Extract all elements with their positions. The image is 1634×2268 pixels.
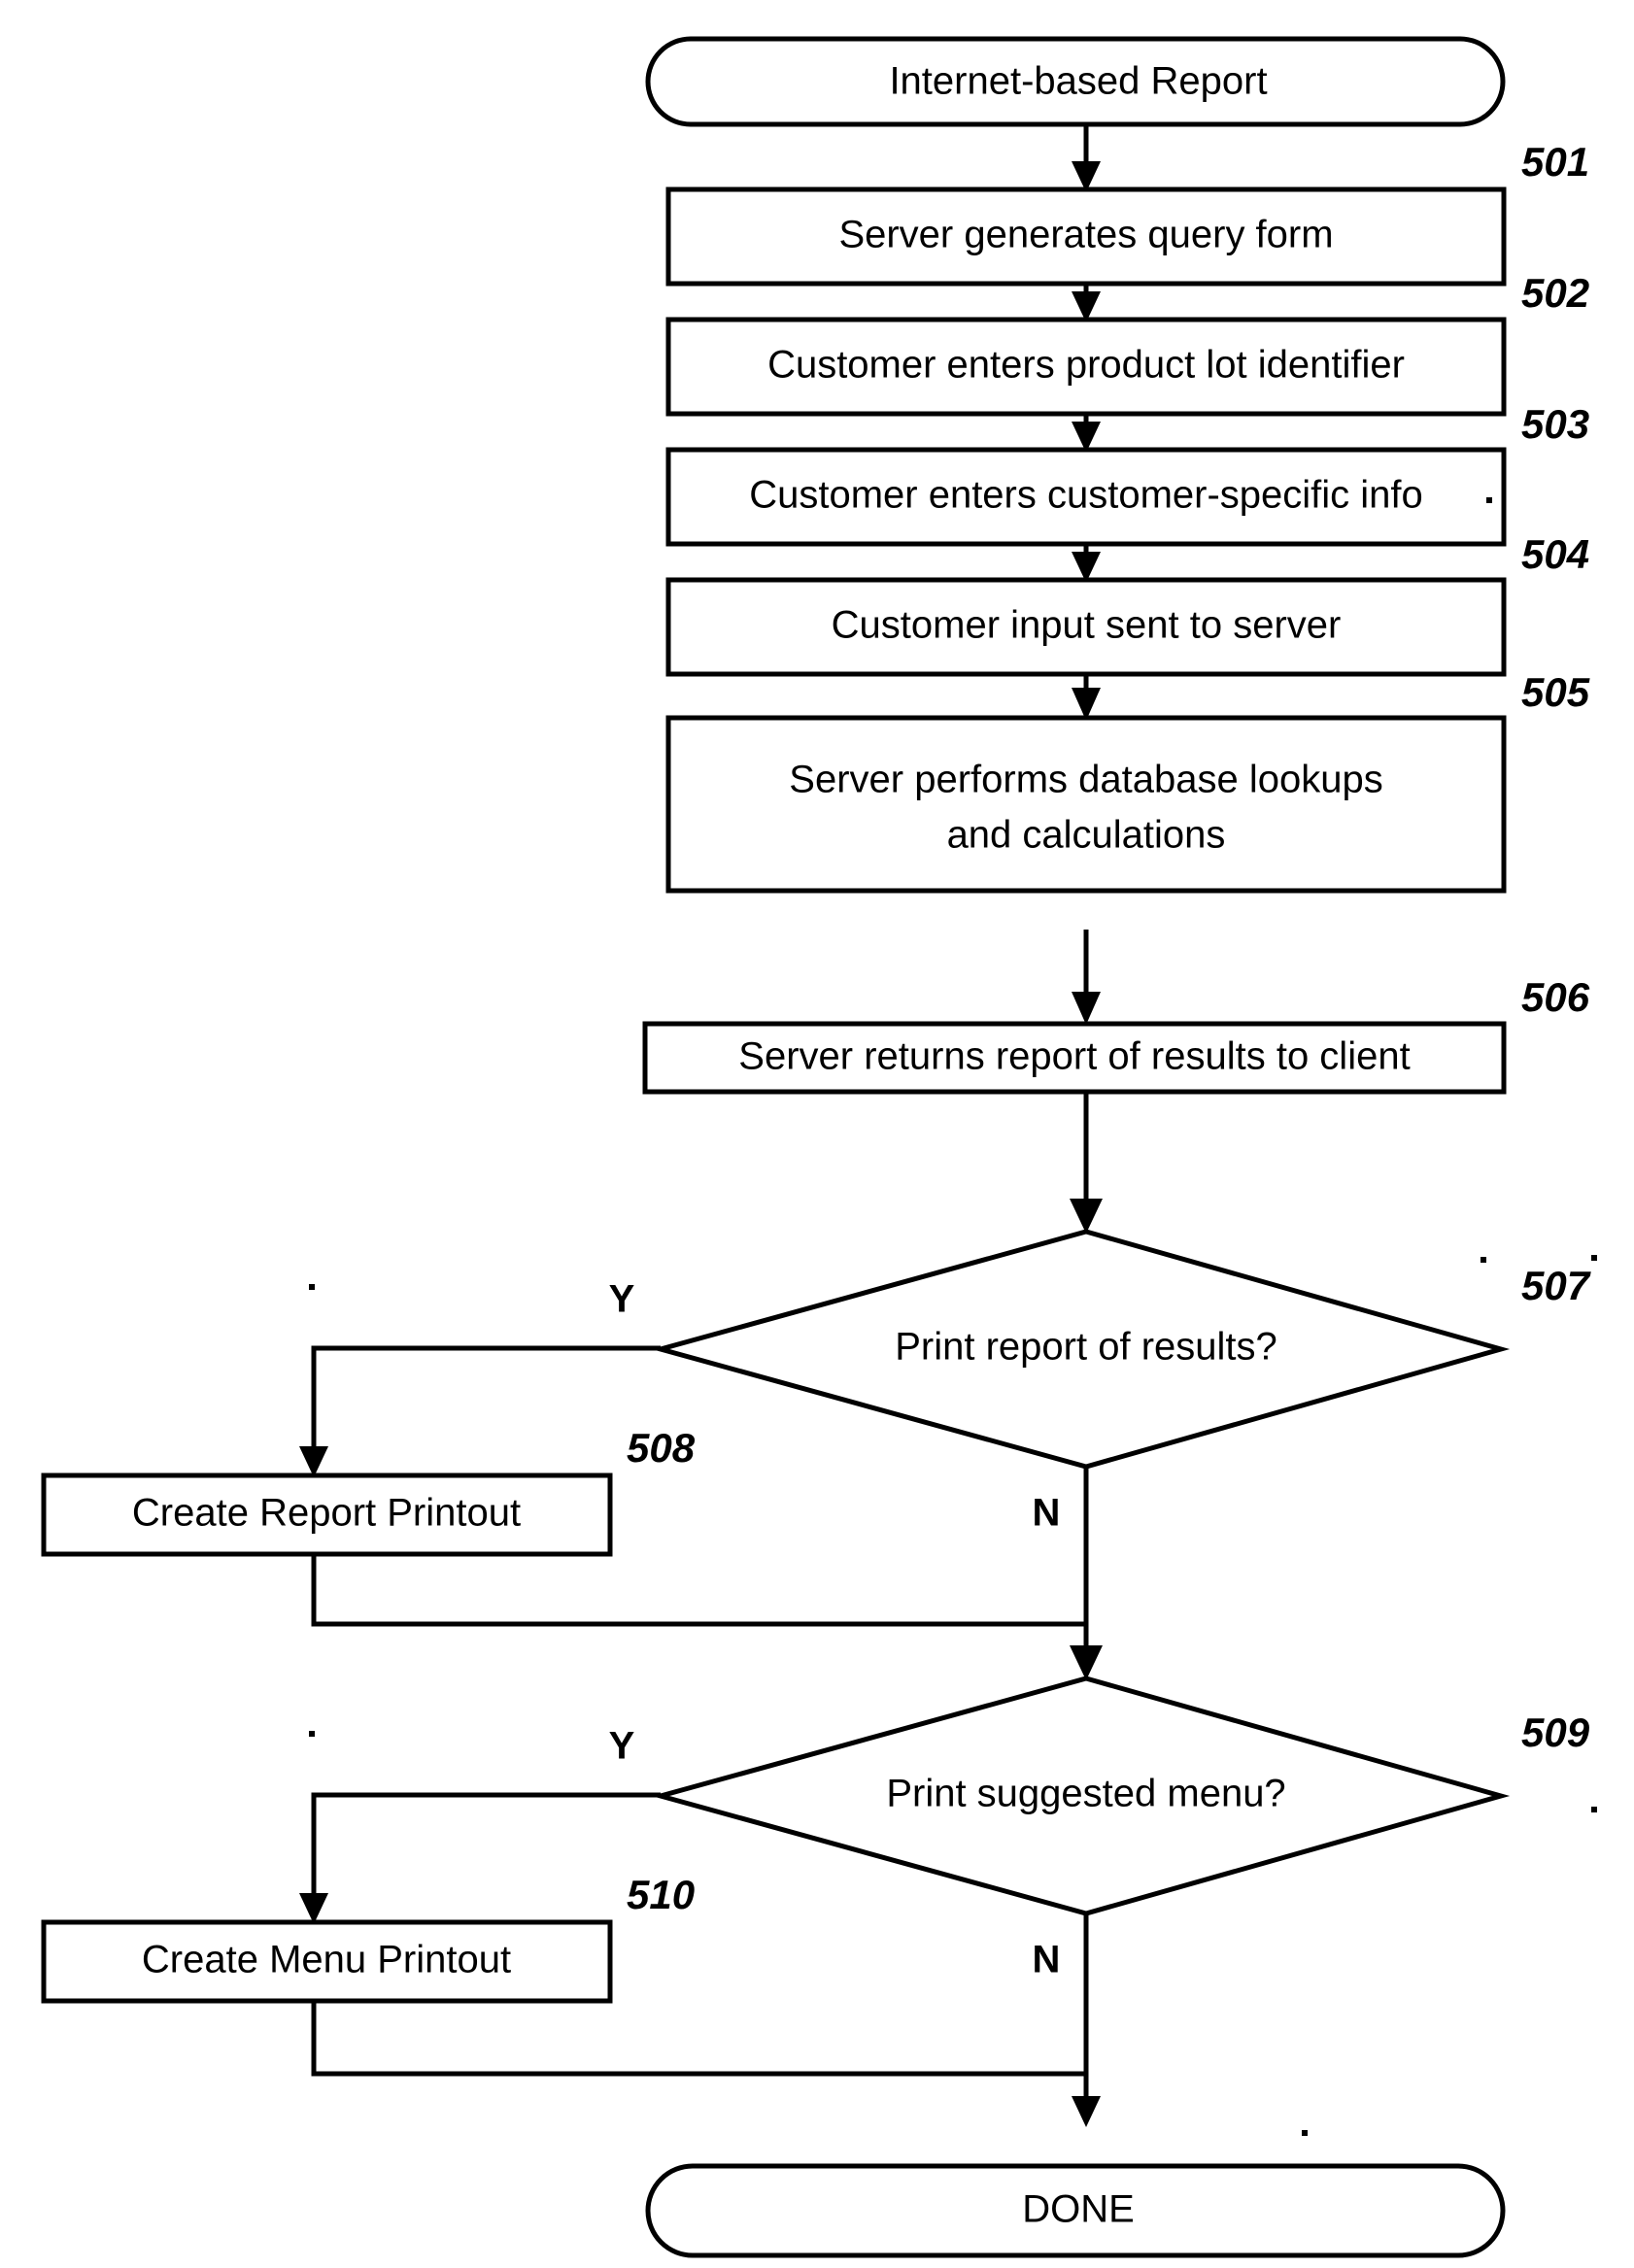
flowchart-page: Internet-based Report Server generates q… [0, 0, 1634, 2268]
node-done: DONE [645, 2163, 1506, 2258]
node-504: Customer input sent to server 504 [665, 531, 1589, 677]
process-505-label-line2: and calculations [947, 814, 1226, 857]
node-508: Create Report Printout 508 [41, 1425, 696, 1557]
decision-509-no-label: N [1033, 1939, 1061, 1981]
arrowhead-506-to-507 [1070, 1199, 1103, 1234]
ref-number-501: 501 [1521, 139, 1589, 185]
scan-speck-1 [1486, 497, 1492, 503]
process-503-label: Customer enters customer-specific info [749, 474, 1423, 517]
process-510-label: Create Menu Printout [142, 1939, 511, 1981]
edge-507-yes-to-508 [311, 1345, 661, 1462]
ref-number-504: 504 [1521, 531, 1589, 577]
ref-number-509: 509 [1521, 1709, 1590, 1755]
edge-509-yes-to-510 [311, 1792, 661, 1908]
decision-507-label: Print report of results? [895, 1326, 1277, 1369]
ref-number-510: 510 [627, 1872, 695, 1917]
scan-speck-7 [1302, 2130, 1308, 2136]
process-505-shape [665, 715, 1507, 894]
flowchart-svg: Internet-based Report Server generates q… [41, 36, 1597, 2258]
arrowhead-507-yes-to-508 [299, 1446, 328, 1477]
scan-speck-2 [1481, 1257, 1486, 1263]
arrowhead-508-to-509 [1070, 1645, 1103, 1680]
node-502: Customer enters product lot identifier 5… [665, 270, 1589, 417]
scan-speck-3 [309, 1284, 315, 1290]
node-501: Server generates query form 501 [665, 139, 1589, 287]
node-503: Customer enters customer-specific info 5… [665, 401, 1589, 547]
process-505-label-line1: Server performs database lookups [789, 759, 1382, 801]
node-505: Server performs database lookups and cal… [665, 669, 1590, 894]
arrowhead-509-yes-to-510 [299, 1893, 328, 1924]
arrowhead-505-to-506 [1072, 992, 1101, 1025]
done-terminator-label: DONE [1022, 2188, 1135, 2231]
ref-number-506: 506 [1521, 974, 1590, 1020]
ref-number-502: 502 [1521, 270, 1589, 316]
process-501-label: Server generates query form [838, 214, 1333, 256]
edge-510-to-done [311, 1999, 1086, 2077]
edge-508-to-509 [311, 1554, 1086, 1627]
decision-509-label: Print suggested menu? [886, 1773, 1285, 1815]
node-510: Create Menu Printout 510 [41, 1872, 695, 2004]
process-502-label: Customer enters product lot identifier [767, 344, 1405, 387]
arrowhead-510-to-done [1072, 2096, 1101, 2127]
ref-number-508: 508 [627, 1425, 696, 1471]
decision-507-yes-label: Y [609, 1278, 635, 1321]
scan-speck-4 [309, 1731, 315, 1737]
ref-number-507: 507 [1521, 1263, 1591, 1308]
scan-speck-5 [1591, 1255, 1597, 1261]
scan-speck-6 [1591, 1807, 1597, 1812]
node-507: Print report of results? 507 Y N [609, 1229, 1591, 1535]
ref-number-505: 505 [1521, 669, 1590, 715]
process-506-label: Server returns report of results to clie… [738, 1035, 1410, 1078]
decision-507-no-label: N [1033, 1492, 1061, 1535]
node-506: Server returns report of results to clie… [642, 974, 1590, 1095]
start-terminator-label: Internet-based Report [889, 60, 1267, 103]
process-508-label: Create Report Printout [132, 1492, 521, 1535]
node-509: Print suggested menu? 509 Y N [609, 1676, 1590, 1981]
node-start: Internet-based Report [645, 36, 1506, 127]
ref-number-503: 503 [1521, 401, 1589, 447]
decision-509-yes-label: Y [609, 1725, 635, 1768]
process-504-label: Customer input sent to server [832, 604, 1342, 647]
